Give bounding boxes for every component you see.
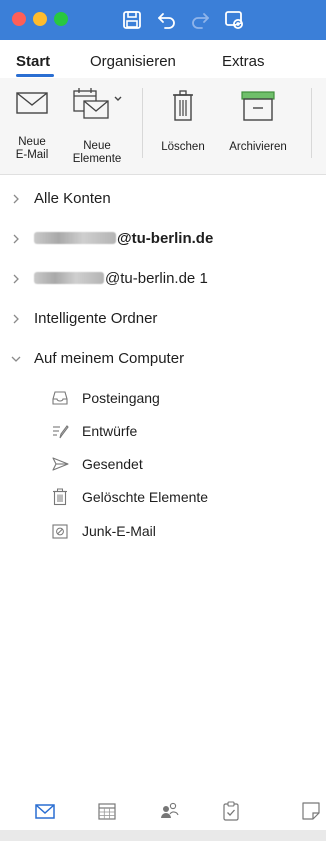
folder-all-accounts[interactable]: Alle Konten: [0, 186, 326, 214]
folder-label: Alle Konten: [34, 190, 111, 207]
chevron-right-icon[interactable]: [10, 193, 22, 205]
bottom-navigation: [0, 790, 326, 830]
undo-icon[interactable]: [155, 8, 179, 32]
delete-button[interactable]: Löschen: [150, 90, 216, 154]
account-label: @tu-berlin.de: [34, 230, 213, 247]
mail-icon[interactable]: [34, 800, 56, 822]
toolbar-separator: [311, 88, 312, 158]
redacted-username: [34, 272, 104, 284]
folder-label: Auf meinem Computer: [34, 350, 185, 367]
archive-label: Archivieren: [229, 141, 287, 153]
account-domain: @tu-berlin.de 1: [105, 270, 208, 287]
calendar-icon[interactable]: [96, 800, 118, 822]
chevron-down-icon[interactable]: [10, 353, 22, 365]
chevron-right-icon[interactable]: [10, 273, 22, 285]
subfolder-label: Posteingang: [82, 390, 160, 406]
new-email-label-2: E-Mail: [15, 149, 49, 161]
title-bar: [0, 0, 326, 40]
subfolder-junk[interactable]: Junk-E-Mail: [0, 518, 326, 546]
inbox-icon: [52, 391, 68, 405]
archive-icon: [241, 91, 275, 121]
account-label: @tu-berlin.de 1: [34, 270, 208, 287]
junk-icon: [52, 524, 68, 539]
subfolder-label: Entwürfe: [82, 423, 138, 439]
sync-icon[interactable]: [222, 8, 246, 32]
subfolder-label: Gesendet: [82, 456, 143, 472]
tab-extras[interactable]: Extras: [222, 53, 265, 70]
new-items-button[interactable]: Neue Elemente: [64, 86, 130, 166]
folder-label: Intelligente Ordner: [34, 310, 158, 327]
redacted-username: [34, 232, 116, 244]
account-domain: @tu-berlin.de: [117, 230, 214, 247]
chevron-right-icon[interactable]: [10, 313, 22, 325]
tab-organisieren[interactable]: Organisieren: [90, 53, 176, 70]
subfolder-inbox[interactable]: Posteingang: [0, 385, 326, 413]
active-tab-indicator: [16, 74, 54, 77]
ribbon-tabs: Start Organisieren Extras: [0, 40, 326, 78]
folder-smart-folders[interactable]: Intelligente Ordner: [0, 306, 326, 334]
delete-label: Löschen: [161, 141, 205, 153]
tasks-icon[interactable]: [220, 800, 242, 822]
chevron-right-icon[interactable]: [10, 233, 22, 245]
folder-account-1[interactable]: @tu-berlin.de: [0, 226, 326, 254]
folder-on-my-computer[interactable]: Auf meinem Computer: [0, 346, 326, 374]
people-icon[interactable]: [158, 800, 180, 822]
redo-icon[interactable]: [188, 8, 212, 32]
folder-account-2[interactable]: @tu-berlin.de 1: [0, 266, 326, 294]
archive-button[interactable]: Archivieren: [218, 90, 298, 154]
zoom-window-button[interactable]: [54, 12, 68, 26]
new-items-label-2: Elemente: [72, 153, 122, 165]
tab-start[interactable]: Start: [16, 53, 50, 70]
new-items-icon: [73, 88, 122, 119]
close-window-button[interactable]: [12, 12, 26, 26]
subfolder-deleted[interactable]: Gelöschte Elemente: [0, 484, 326, 512]
subfolder-drafts[interactable]: Entwürfe: [0, 418, 326, 446]
drafts-icon: [53, 425, 69, 439]
notes-icon[interactable]: [300, 800, 322, 822]
minimize-window-button[interactable]: [33, 12, 47, 26]
trash-icon: [53, 488, 67, 506]
bottom-strip: [0, 830, 326, 841]
save-icon[interactable]: [120, 8, 144, 32]
new-email-label-1: Neue: [18, 136, 46, 148]
envelope-icon: [16, 92, 48, 114]
subfolder-sent[interactable]: Gesendet: [0, 451, 326, 479]
trash-icon: [173, 90, 193, 121]
subfolder-label: Junk-E-Mail: [82, 523, 156, 539]
new-email-button[interactable]: Neue E-Mail: [12, 90, 52, 162]
sent-icon: [52, 457, 69, 471]
toolbar-separator: [142, 88, 143, 158]
new-items-label-1: Neue: [83, 140, 111, 152]
subfolder-label: Gelöschte Elemente: [82, 489, 209, 505]
ribbon-toolbar: Neue E-Mail Neue Elemente Löschen Archiv…: [0, 78, 326, 175]
